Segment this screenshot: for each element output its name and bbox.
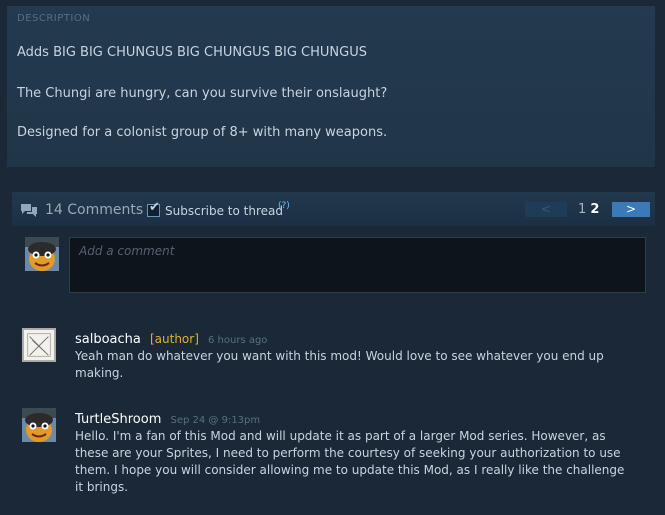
author-tag: [author] — [149, 332, 199, 346]
comment-header: salboacha [author] 6 hours ago — [75, 328, 267, 347]
checkmark-icon: ✔ — [149, 200, 160, 215]
comment-placeholder: Add a comment — [79, 244, 175, 258]
page-link-1[interactable]: 1 — [578, 202, 586, 217]
subscribe-help-link[interactable]: (?) — [278, 201, 290, 211]
page-current: 2 — [590, 202, 600, 217]
subscribe-label[interactable]: Subscribe to thread — [165, 204, 283, 218]
prev-page-button[interactable]: < — [525, 202, 567, 217]
comment-input[interactable]: Add a comment — [69, 237, 646, 293]
comments-bar: 14 Comments ✔ Subscribe to thread (?) < … — [12, 192, 655, 226]
avatar[interactable] — [22, 328, 56, 362]
comment-author[interactable]: TurtleShroom — [75, 412, 161, 427]
comment-header: TurtleShroom Sep 24 @ 9:13pm — [75, 408, 260, 427]
my-avatar[interactable] — [25, 237, 59, 271]
avatar[interactable] — [22, 408, 56, 442]
comment-author[interactable]: salboacha — [75, 332, 141, 347]
description-header: DESCRIPTION — [17, 13, 91, 24]
comment-timestamp: Sep 24 @ 9:13pm — [170, 415, 261, 426]
next-page-button[interactable]: > — [612, 202, 650, 217]
description-line-3: Designed for a colonist group of 8+ with… — [17, 125, 388, 140]
comment-text: Yeah man do whatever you want with this … — [75, 349, 604, 380]
comments-count: 14 Comments — [45, 202, 144, 218]
subscribe-checkbox[interactable]: ✔ — [147, 200, 160, 217]
comment-timestamp: 6 hours ago — [208, 335, 268, 346]
description-line-1: Adds BIG BIG CHUNGUS BIG CHUNGUS BIG CHU… — [17, 45, 367, 60]
pagination: 1 2 — [578, 202, 599, 217]
description-line-2: The Chungi are hungry, can you survive t… — [17, 86, 388, 101]
description-panel: DESCRIPTION Adds BIG BIG CHUNGUS BIG CHU… — [7, 6, 655, 167]
comment-text: Hello. I'm a fan of this Mod and will up… — [75, 429, 625, 494]
chat-bubbles-icon — [21, 204, 37, 217]
